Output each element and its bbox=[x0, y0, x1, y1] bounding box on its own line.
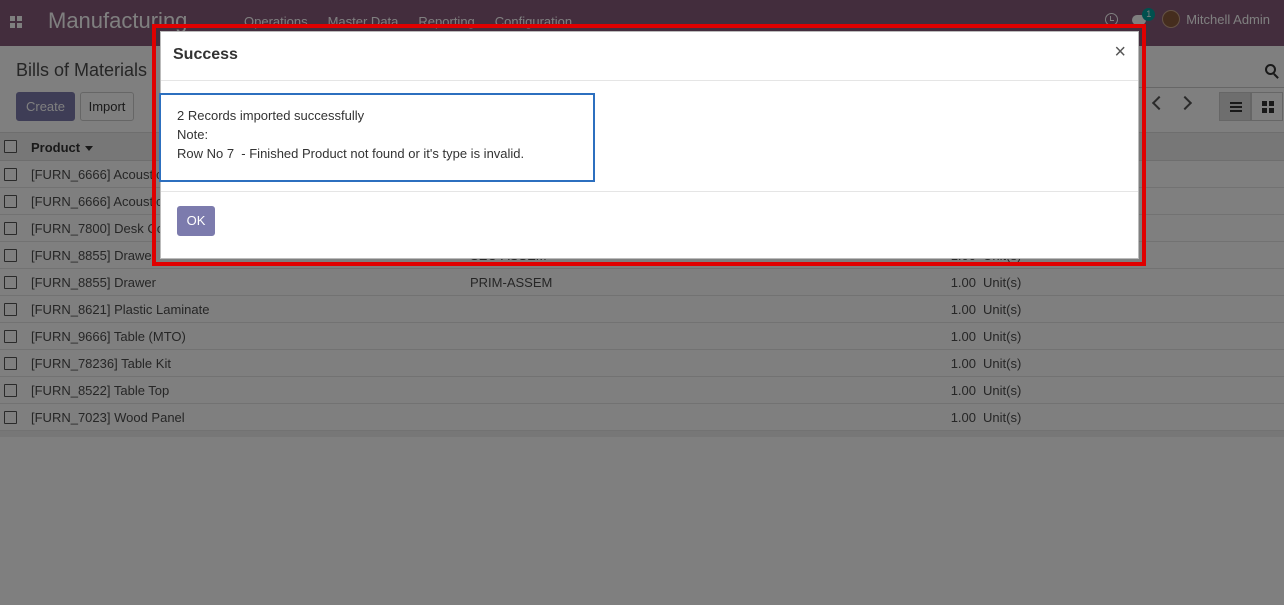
success-dialog: Success × 2 Records imported successfull… bbox=[159, 31, 1139, 259]
close-icon[interactable]: × bbox=[1114, 42, 1126, 62]
dialog-header: Success × bbox=[161, 32, 1138, 81]
message-line-note: Note: bbox=[177, 127, 209, 142]
message-line-summary: 2 Records imported successfully bbox=[177, 108, 365, 123]
import-message-box: 2 Records imported successfully Note: Ro… bbox=[159, 93, 595, 182]
dialog-title: Success bbox=[173, 46, 238, 63]
message-line-error: Row No 7 - Finished Product not found or… bbox=[177, 146, 525, 161]
ok-button[interactable]: OK bbox=[177, 206, 215, 236]
dialog-body: 2 Records imported successfully Note: Ro… bbox=[159, 81, 1138, 192]
